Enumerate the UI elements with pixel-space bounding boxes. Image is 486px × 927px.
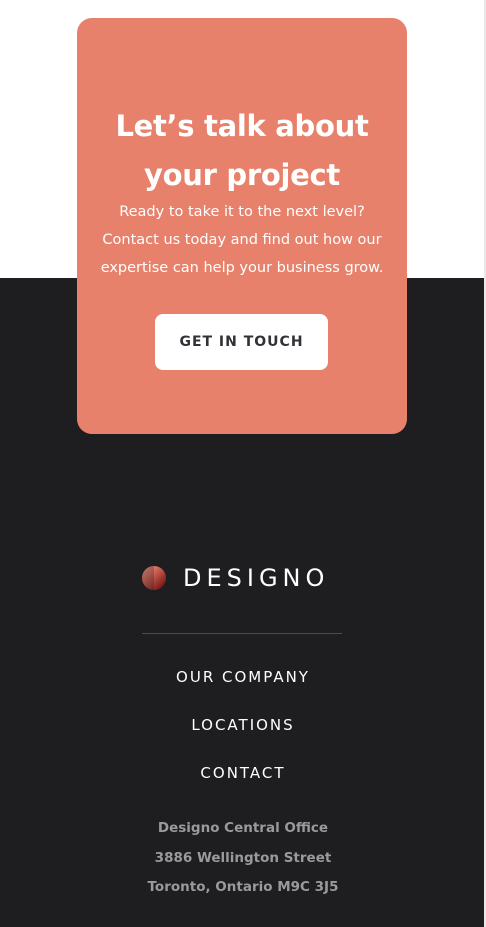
address-line-city: Toronto, Ontario M9C 3J5 [147,879,339,895]
address-line-office: Designo Central Office [157,820,329,836]
footer-brand-link[interactable]: DESIGNO [142,563,329,593]
footer-divider [142,633,342,634]
address-line-street: 3886 Wellington Street [154,849,332,866]
brand-name: DESIGNO [183,564,330,592]
footer-nav: OUR COMPANY LOCATIONS CONTACT [0,661,486,805]
footer-nav-link-our-company[interactable]: OUR COMPANY [176,668,310,686]
footer-nav-link-locations[interactable]: LOCATIONS [191,716,294,734]
designo-logo-icon [142,566,166,590]
footer-nav-item-our-company: OUR COMPANY [0,661,486,709]
cta-title: Let’s talk about your project [115,109,369,192]
get-in-touch-button[interactable]: GET IN TOUCH [155,314,328,370]
office-address: Designo Central Office 3886 Wellington S… [0,814,486,903]
cta-card: Let’s talk about your project Ready to t… [77,18,407,434]
footer-nav-item-contact: CONTACT [0,757,486,805]
cta-description: Ready to take it to the next level? Cont… [100,204,384,276]
footer-nav-link-contact[interactable]: CONTACT [200,764,285,782]
footer-nav-item-locations: LOCATIONS [0,709,486,757]
